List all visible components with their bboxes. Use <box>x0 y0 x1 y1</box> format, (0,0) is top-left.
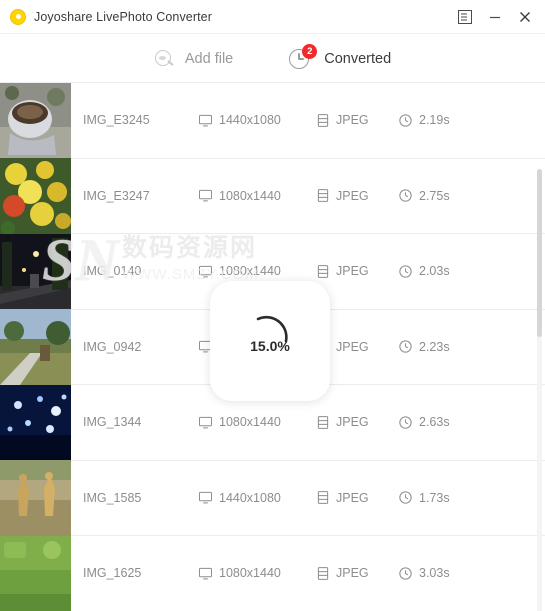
add-file-label: Add file <box>184 51 234 67</box>
monitor-icon <box>199 567 212 580</box>
file-resolution: 1440x1080 <box>199 113 317 127</box>
duration-value: 2.03s <box>419 264 450 279</box>
file-format: JPEG <box>317 415 399 429</box>
file-icon <box>317 264 329 278</box>
thumbnail <box>0 83 71 158</box>
format-value: JPEG <box>336 566 369 581</box>
thumbnail <box>0 535 71 611</box>
window-controls <box>451 0 539 34</box>
thumbnail <box>0 384 71 460</box>
resolution-value: 1080x1440 <box>219 188 281 203</box>
file-duration: 2.75s <box>399 189 485 203</box>
monitor-icon <box>199 416 212 429</box>
list-scrollbar[interactable] <box>537 169 542 611</box>
clock-icon <box>399 265 412 278</box>
converted-badge: 2 <box>302 44 318 59</box>
file-icon <box>317 189 329 203</box>
scrollbar-thumb[interactable] <box>537 169 542 337</box>
file-name: IMG_1344 <box>83 415 142 430</box>
format-value: JPEG <box>336 264 369 279</box>
clock-icon <box>399 114 412 127</box>
file-resolution: 1080x1440 <box>199 566 317 580</box>
file-icon <box>317 566 329 580</box>
thumbnail <box>0 309 71 385</box>
file-format: JPEG <box>317 491 399 505</box>
resolution-value: 1080x1440 <box>219 415 281 430</box>
file-resolution: 1080x1440 <box>199 415 317 429</box>
resolution-value: 1440x1080 <box>219 113 281 128</box>
file-format: JPEG <box>317 264 399 278</box>
file-name: IMG_0140 <box>83 264 142 279</box>
app-window: Joyoshare LivePhoto Converter Add file 2… <box>0 0 545 611</box>
format-value: JPEG <box>336 490 369 505</box>
duration-value: 3.03s <box>419 566 450 581</box>
file-name: IMG_1625 <box>83 566 142 581</box>
title-bar: Joyoshare LivePhoto Converter <box>0 0 545 34</box>
table-row[interactable]: IMG_1625 1080x1440 JPEG 3.03s <box>0 535 545 611</box>
file-name: IMG_0942 <box>83 339 142 354</box>
app-logo-icon <box>10 8 26 25</box>
clock-icon <box>399 189 412 202</box>
resolution-value: 1080x1440 <box>219 566 281 581</box>
file-icon <box>317 491 329 505</box>
converted-button[interactable]: 2 Converted <box>289 44 392 72</box>
clock-icon <box>399 340 412 353</box>
file-duration: 1.73s <box>399 491 485 505</box>
table-row[interactable]: IMG_1585 1440x1080 JPEG 1.73s <box>0 460 545 536</box>
duration-value: 2.23s <box>419 339 450 354</box>
thumbnail <box>0 158 71 234</box>
duration-value: 2.75s <box>419 188 450 203</box>
duration-value: 2.19s <box>419 113 450 128</box>
duration-value: 2.63s <box>419 415 450 430</box>
converted-label: Converted <box>324 51 392 67</box>
close-icon[interactable] <box>511 3 539 31</box>
monitor-icon <box>199 491 212 504</box>
file-icon <box>317 415 329 429</box>
file-icon <box>317 113 329 127</box>
file-name: IMG_E3245 <box>83 113 150 128</box>
file-format: JPEG <box>317 189 399 203</box>
file-resolution: 1080x1440 <box>199 189 317 203</box>
minimize-icon[interactable] <box>481 3 509 31</box>
file-duration: 3.03s <box>399 566 485 580</box>
clock-icon <box>399 567 412 580</box>
file-duration: 2.19s <box>399 113 485 127</box>
file-name: IMG_E3247 <box>83 188 150 203</box>
clock-icon <box>399 491 412 504</box>
format-value: JPEG <box>336 113 369 128</box>
file-duration: 2.03s <box>399 264 485 278</box>
duration-value: 1.73s <box>419 490 450 505</box>
thumbnail <box>0 233 71 309</box>
clock-history-icon: 2 <box>289 44 318 72</box>
menu-icon[interactable] <box>451 3 479 31</box>
monitor-icon <box>199 189 212 202</box>
format-value: JPEG <box>336 415 369 430</box>
thumbnail <box>0 460 71 536</box>
file-duration: 2.63s <box>399 415 485 429</box>
add-file-icon <box>154 48 176 70</box>
add-file-button[interactable]: Add file <box>154 48 233 70</box>
resolution-value: 1080x1440 <box>219 264 281 279</box>
window-title: Joyoshare LivePhoto Converter <box>34 9 212 24</box>
resolution-value: 1440x1080 <box>219 490 281 505</box>
main-toolbar: Add file 2 Converted <box>0 34 545 82</box>
monitor-icon <box>199 114 212 127</box>
file-format: JPEG <box>317 566 399 580</box>
table-row[interactable]: IMG_E3247 1080x1440 JPEG 2.75s <box>0 158 545 234</box>
format-value: JPEG <box>336 339 369 354</box>
file-format: JPEG <box>317 113 399 127</box>
file-duration: 2.23s <box>399 340 485 354</box>
monitor-icon <box>199 265 212 278</box>
format-value: JPEG <box>336 188 369 203</box>
file-resolution: 1440x1080 <box>199 491 317 505</box>
file-resolution: 1080x1440 <box>199 264 317 278</box>
progress-overlay: 15.0% <box>210 281 330 401</box>
file-name: IMG_1585 <box>83 490 142 505</box>
clock-icon <box>399 416 412 429</box>
progress-value: 15.0% <box>250 338 290 354</box>
table-row[interactable]: IMG_E3245 1440x1080 JPEG 2.19s <box>0 83 545 159</box>
